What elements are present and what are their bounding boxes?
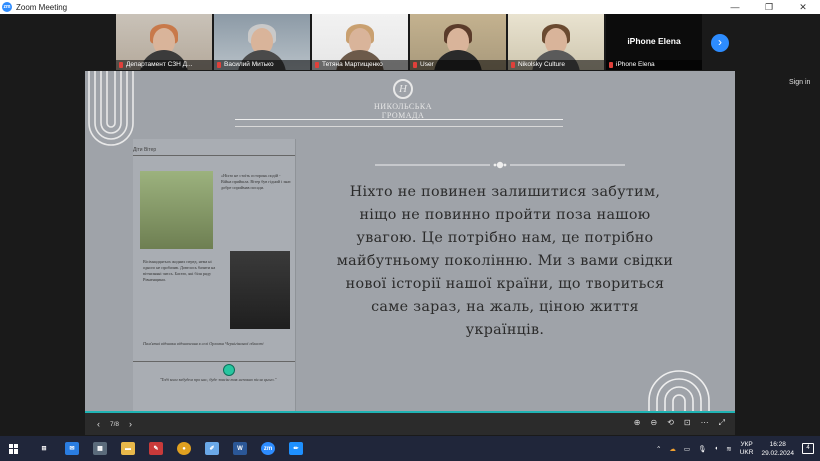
portrait-photo bbox=[230, 251, 290, 329]
fit-page-icon[interactable]: ⊡ bbox=[684, 418, 691, 428]
system-tray: ⌃ ☁ ▭ 🎙 ◖ ≋ УКР UKR 16:28 29.02.2024 4 bbox=[656, 436, 814, 461]
participant-name: iPhone Elena bbox=[606, 60, 702, 70]
slide-tools: ⊕ ⊖ ⟲ ⊡ ⋯ ⤢ bbox=[634, 418, 725, 428]
start-button[interactable] bbox=[9, 443, 19, 454]
tray-chevron-icon[interactable]: ⌃ bbox=[656, 445, 661, 453]
zoom-icon[interactable]: zm bbox=[261, 442, 275, 455]
participant-display-name: iPhone Elena bbox=[627, 36, 681, 46]
participant-gallery: Департамент СЗН Д... Василий Митько Тетя… bbox=[116, 14, 702, 70]
clock-date: 29.02.2024 bbox=[761, 449, 794, 457]
header-rule bbox=[235, 119, 563, 120]
task-view-icon[interactable]: ⊞ bbox=[37, 442, 51, 455]
volume-icon[interactable]: ◖ bbox=[714, 445, 718, 452]
clock[interactable]: 16:28 29.02.2024 bbox=[761, 440, 794, 458]
mail-icon[interactable]: ✉ bbox=[65, 442, 79, 455]
more-icon[interactable]: ⋯ bbox=[701, 418, 709, 428]
document-quote: "Тоді коли забудем про нас, буде зовсім … bbox=[159, 377, 277, 382]
window-controls: — ❐ ✕ bbox=[718, 0, 820, 14]
page-indicator: 7/8 bbox=[110, 420, 120, 428]
participant-tile[interactable]: Nikolsky Culture bbox=[508, 14, 604, 70]
document-caption: Пам'ятні відзнаки відзначення в селі Орл… bbox=[143, 341, 264, 346]
participant-name: Департамент СЗН Д... bbox=[116, 60, 212, 70]
language-indicator[interactable]: УКР UKR bbox=[740, 441, 754, 457]
soldier-photo bbox=[140, 171, 213, 249]
wifi-icon[interactable]: ≋ bbox=[726, 445, 731, 453]
clock-time: 16:28 bbox=[769, 440, 786, 448]
document-rule bbox=[133, 361, 295, 362]
participant-tile[interactable]: Департамент СЗН Д... bbox=[116, 14, 212, 70]
participant-tile[interactable]: Василий Митько bbox=[214, 14, 310, 70]
participant-tile[interactable]: User bbox=[410, 14, 506, 70]
sign-in-link[interactable]: Sign in bbox=[789, 79, 810, 86]
rings-decoration bbox=[648, 370, 710, 412]
shared-slide: Н НИКОЛЬСЬКА ГРОМАДА Ніхто не повинен за… bbox=[85, 71, 735, 412]
ornament-divider-icon bbox=[375, 161, 625, 169]
title-bar: zm Zoom Meeting — ❐ ✕ bbox=[0, 0, 820, 14]
paint-icon[interactable]: ✎ bbox=[149, 442, 163, 455]
document-rule bbox=[133, 155, 295, 156]
participant-tile[interactable]: iPhone Elena iPhone Elena bbox=[606, 14, 702, 70]
participant-name: Nikolsky Culture bbox=[508, 60, 604, 70]
minimize-button[interactable]: — bbox=[718, 0, 752, 14]
weather-icon[interactable]: ☁ bbox=[669, 445, 676, 453]
notepad-icon[interactable]: ✐ bbox=[205, 442, 219, 455]
fullscreen-icon[interactable]: ⤢ bbox=[719, 418, 725, 428]
document-header: Діти Вітер bbox=[133, 147, 157, 153]
participant-name: User bbox=[410, 60, 506, 70]
network-icon[interactable]: ▭ bbox=[684, 445, 690, 453]
language-code-latin: UKR bbox=[739, 448, 754, 456]
participant-name: Тетяна Мартищенко bbox=[312, 60, 408, 70]
language-code: УКР bbox=[740, 440, 753, 448]
logo-emblem-icon: Н bbox=[393, 79, 413, 99]
document-column: Вісімнадцятьох жодних перед, нема ні одн… bbox=[143, 259, 216, 282]
participant-name: Василий Митько bbox=[214, 60, 310, 70]
word-icon[interactable]: W bbox=[233, 442, 247, 455]
calculator-icon[interactable]: ▦ bbox=[93, 442, 107, 455]
participant-tile[interactable]: Тетяна Мартищенко bbox=[312, 14, 408, 70]
annotation-cursor-icon[interactable] bbox=[223, 364, 235, 376]
maximize-button[interactable]: ❐ bbox=[752, 0, 786, 14]
slide-quote: Ніхто не повинен залишитися забутим, ніщ… bbox=[336, 184, 674, 338]
notification-center-icon[interactable]: 4 bbox=[802, 443, 814, 454]
taskbar-apps: ⊞ ✉ ▦ ▬ ✎ ● ✐ W zm ✏ bbox=[37, 442, 303, 455]
logo-text: НИКОЛЬСЬКА ГРОМАДА bbox=[374, 102, 432, 120]
previous-slide-button[interactable]: ‹ bbox=[97, 419, 100, 429]
pen-icon[interactable]: ✏ bbox=[289, 442, 303, 455]
zoom-in-icon[interactable]: ⊕ bbox=[634, 418, 641, 428]
zoom-out-icon[interactable]: ⊖ bbox=[650, 418, 657, 428]
header-rule bbox=[235, 126, 563, 127]
folder-icon[interactable]: ▬ bbox=[121, 442, 135, 455]
community-logo: Н НИКОЛЬСЬКА ГРОМАДА bbox=[353, 79, 453, 120]
mic-icon[interactable]: 🎙 bbox=[698, 445, 706, 453]
windows-taskbar: ⊞ ✉ ▦ ▬ ✎ ● ✐ W zm ✏ ⌃ ☁ ▭ 🎙 ◖ ≋ УКР UKR… bbox=[0, 436, 820, 461]
next-slide-button[interactable]: › bbox=[129, 419, 132, 429]
slide-control-bar: ‹ 7/8 › ⊕ ⊖ ⟲ ⊡ ⋯ ⤢ bbox=[85, 413, 735, 435]
next-page-arrow-button[interactable]: › bbox=[711, 34, 729, 52]
document-overlay: Діти Вітер «Ніхто не стоїть осторонь под… bbox=[133, 139, 296, 411]
document-column: «Ніхто не стоїть осторонь подій - Війна … bbox=[221, 173, 291, 190]
zoom-logo-icon: zm bbox=[2, 2, 12, 12]
window-title: Zoom Meeting bbox=[16, 2, 68, 12]
chrome-icon[interactable]: ● bbox=[177, 442, 191, 455]
close-button[interactable]: ✕ bbox=[786, 0, 820, 14]
rotate-icon[interactable]: ⟲ bbox=[667, 418, 674, 428]
